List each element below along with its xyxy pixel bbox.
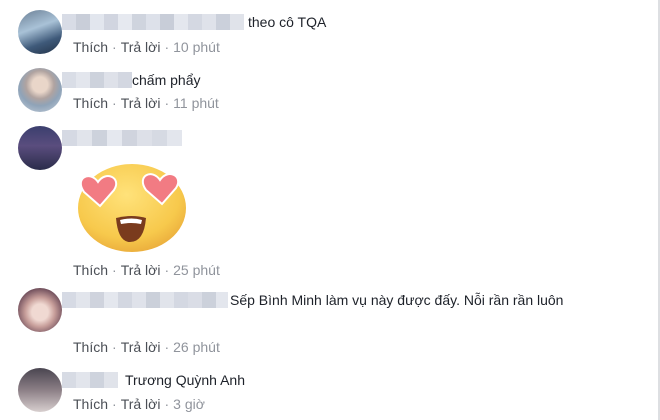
comment-text: chấm phẩy <box>132 72 201 88</box>
separator-dot: · <box>112 39 117 55</box>
timestamp[interactable]: 26 phút <box>173 339 220 355</box>
like-button[interactable]: Thích <box>73 95 108 111</box>
comment-actions: Thích · Trả lời · 25 phút <box>73 261 220 279</box>
separator-dot: · <box>164 95 170 111</box>
timestamp[interactable]: 11 phút <box>173 95 219 111</box>
reply-button[interactable]: Trả lời <box>121 39 161 55</box>
comment-actions: Thích · Trả lời · 11 phút <box>73 94 219 112</box>
reply-button[interactable]: Trả lời <box>121 262 161 278</box>
avatar[interactable] <box>18 126 62 170</box>
separator-dot: · <box>112 262 117 278</box>
comment-text: theo cô TQA <box>248 14 327 30</box>
avatar[interactable] <box>18 68 62 112</box>
avatar[interactable] <box>18 10 62 54</box>
comment-actions: Thích · Trả lời · 10 phút <box>73 38 220 56</box>
heart-eyes-sticker[interactable] <box>74 158 190 254</box>
avatar[interactable] <box>18 368 62 412</box>
comment-actions: Thích · Trả lời · 26 phút <box>73 338 220 356</box>
separator-dot: · <box>112 95 117 111</box>
author-name-visible[interactable]: Trương Quỳnh Anh <box>125 370 245 391</box>
like-button[interactable]: Thích <box>73 39 108 55</box>
timestamp[interactable]: 10 phút <box>173 39 220 55</box>
timestamp[interactable]: 3 giờ <box>173 396 205 412</box>
reply-button[interactable]: Trả lời <box>121 339 161 355</box>
blurred-author-name[interactable] <box>62 130 182 146</box>
separator-dot: · <box>164 39 170 55</box>
comment-actions: Thích · Trả lời · 3 giờ <box>73 395 205 413</box>
blurred-author-name[interactable] <box>62 372 118 388</box>
like-button[interactable]: Thích <box>73 339 108 355</box>
blurred-author-name[interactable] <box>62 14 244 30</box>
like-button[interactable]: Thích <box>73 262 108 278</box>
separator-dot: · <box>164 339 170 355</box>
separator-dot: · <box>112 339 117 355</box>
separator-dot: · <box>112 396 117 412</box>
avatar[interactable] <box>18 288 62 332</box>
blurred-author-name[interactable] <box>62 72 132 88</box>
separator-dot: · <box>164 262 170 278</box>
like-button[interactable]: Thích <box>73 396 108 412</box>
separator-dot: · <box>164 396 170 412</box>
timestamp[interactable]: 25 phút <box>173 262 220 278</box>
reply-button[interactable]: Trả lời <box>121 95 161 111</box>
comment-text: Sếp Bình Minh làm vụ này được đấy. Nỗi r… <box>230 292 564 308</box>
reply-button[interactable]: Trả lời <box>121 396 161 412</box>
